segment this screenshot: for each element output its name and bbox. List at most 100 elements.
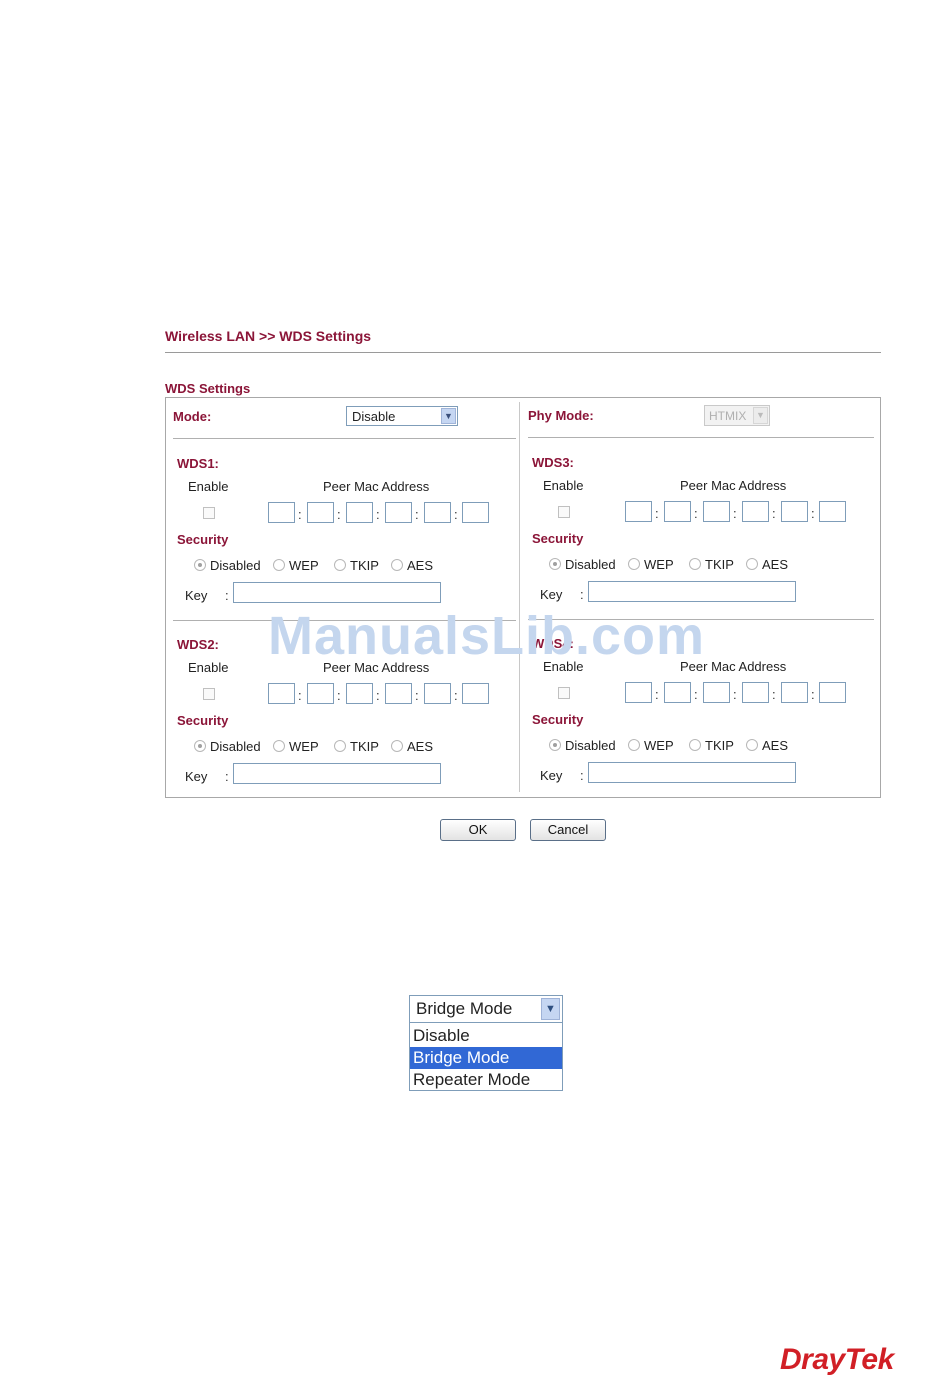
wds1-mac-field-2[interactable] <box>307 502 334 523</box>
wds4-radio-tkip[interactable] <box>689 739 701 751</box>
wds4-mac-field-3[interactable] <box>703 682 730 703</box>
chevron-down-icon[interactable]: ▼ <box>541 998 560 1020</box>
wds3-enable-checkbox[interactable] <box>558 506 570 518</box>
wds4-radio-wep[interactable] <box>628 739 640 751</box>
wds3-security-label: Security <box>532 531 584 546</box>
wds2-radio-disabled-label: Disabled <box>210 739 261 754</box>
mode-select[interactable]: Disable ▼ <box>346 406 458 426</box>
wds4-mac-field-4[interactable] <box>742 682 769 703</box>
wds3-key-input[interactable] <box>588 581 796 602</box>
wds2-radio-aes[interactable] <box>391 740 403 752</box>
wds1-mac-field-1[interactable] <box>268 502 295 523</box>
wds2-enable-label: Enable <box>188 660 229 675</box>
wds2-radio-wep[interactable] <box>273 740 285 752</box>
mode-dropdown[interactable]: Bridge Mode ▼ <box>409 995 563 1023</box>
mode-divider-left <box>173 438 516 439</box>
phy-mode-select-value: HTMIX <box>709 409 747 423</box>
wds1-title: WDS1: <box>177 456 219 471</box>
colon: : <box>415 507 419 522</box>
wds1-radio-tkip[interactable] <box>334 559 346 571</box>
wds1-radio-disabled-label: Disabled <box>210 558 261 573</box>
dropdown-option-repeater-mode[interactable]: Repeater Mode <box>410 1069 562 1091</box>
colon: : <box>376 688 380 703</box>
wds2-key-label: Key <box>185 769 208 784</box>
colon: : <box>337 507 341 522</box>
wds3-radio-tkip[interactable] <box>689 558 701 570</box>
colon: : <box>733 687 737 702</box>
wds1-radio-disabled[interactable] <box>194 559 206 571</box>
wds4-key-label: Key <box>540 768 563 783</box>
mode-select-value: Disable <box>352 409 396 424</box>
wds4-radio-aes[interactable] <box>746 739 758 751</box>
watermark: ManualsLib.com <box>268 606 706 666</box>
wds3-radio-wep-label: WEP <box>644 557 674 572</box>
wds1-radio-aes[interactable] <box>391 559 403 571</box>
colon: : <box>580 768 584 783</box>
wds2-mac-field-1[interactable] <box>268 683 295 704</box>
wds3-key-label: Key <box>540 587 563 602</box>
mode-dropdown-value: Bridge Mode <box>416 999 513 1018</box>
wds2-mac-field-2[interactable] <box>307 683 334 704</box>
chevron-down-icon: ▼ <box>753 407 768 424</box>
column-divider <box>519 402 520 792</box>
wds1-enable-checkbox[interactable] <box>203 507 215 519</box>
wds4-mac-field-2[interactable] <box>664 682 691 703</box>
wds2-key-input[interactable] <box>233 763 441 784</box>
wds4-mac-field-6[interactable] <box>819 682 846 703</box>
wds1-radio-wep-label: WEP <box>289 558 319 573</box>
wds3-radio-wep[interactable] <box>628 558 640 570</box>
colon: : <box>225 588 229 603</box>
wds3-enable-label: Enable <box>543 478 584 493</box>
wds4-key-input[interactable] <box>588 762 796 783</box>
wds3-radio-aes-label: AES <box>762 557 789 572</box>
colon: : <box>454 688 458 703</box>
wds4-radio-disabled-label: Disabled <box>565 738 616 753</box>
colon: : <box>655 687 659 702</box>
wds1-radio-wep[interactable] <box>273 559 285 571</box>
wds4-enable-checkbox[interactable] <box>558 687 570 699</box>
section-title: WDS Settings <box>165 381 251 396</box>
phy-mode-label: Phy Mode: <box>528 408 594 423</box>
dropdown-option-disable[interactable]: Disable <box>410 1025 562 1047</box>
wds3-mac-field-2[interactable] <box>664 501 691 522</box>
wds3-radio-tkip-label: TKIP <box>705 557 734 572</box>
wds3-mac-field-1[interactable] <box>625 501 652 522</box>
colon: : <box>694 506 698 521</box>
wds1-mac-field-5[interactable] <box>424 502 451 523</box>
wds2-mac-field-6[interactable] <box>462 683 489 704</box>
colon: : <box>811 506 815 521</box>
wds2-mac-field-5[interactable] <box>424 683 451 704</box>
wds2-radio-tkip[interactable] <box>334 740 346 752</box>
colon: : <box>772 506 776 521</box>
wds1-mac-field-3[interactable] <box>346 502 373 523</box>
wds4-mac-field-5[interactable] <box>781 682 808 703</box>
colon: : <box>415 688 419 703</box>
wds3-peer-mac-label: Peer Mac Address <box>680 478 787 493</box>
wds1-security-label: Security <box>177 532 229 547</box>
wds3-radio-aes[interactable] <box>746 558 758 570</box>
wds3-mac-field-5[interactable] <box>781 501 808 522</box>
wds2-enable-checkbox[interactable] <box>203 688 215 700</box>
colon: : <box>580 587 584 602</box>
wds4-radio-disabled[interactable] <box>549 739 561 751</box>
dropdown-option-bridge-mode[interactable]: Bridge Mode <box>410 1047 562 1069</box>
wds3-mac-field-4[interactable] <box>742 501 769 522</box>
phy-mode-select: HTMIX ▼ <box>704 405 770 426</box>
colon: : <box>298 507 302 522</box>
wds2-mac-field-3[interactable] <box>346 683 373 704</box>
wds1-mac-field-4[interactable] <box>385 502 412 523</box>
wds1-radio-tkip-label: TKIP <box>350 558 379 573</box>
colon: : <box>337 688 341 703</box>
ok-button[interactable]: OK <box>440 819 516 841</box>
wds3-mac-field-3[interactable] <box>703 501 730 522</box>
wds3-radio-disabled[interactable] <box>549 558 561 570</box>
wds2-radio-disabled[interactable] <box>194 740 206 752</box>
cancel-button[interactable]: Cancel <box>530 819 606 841</box>
wds2-mac-field-4[interactable] <box>385 683 412 704</box>
colon: : <box>298 688 302 703</box>
chevron-down-icon[interactable]: ▼ <box>441 408 456 424</box>
wds1-mac-field-6[interactable] <box>462 502 489 523</box>
wds4-mac-field-1[interactable] <box>625 682 652 703</box>
wds1-key-input[interactable] <box>233 582 441 603</box>
wds3-mac-field-6[interactable] <box>819 501 846 522</box>
